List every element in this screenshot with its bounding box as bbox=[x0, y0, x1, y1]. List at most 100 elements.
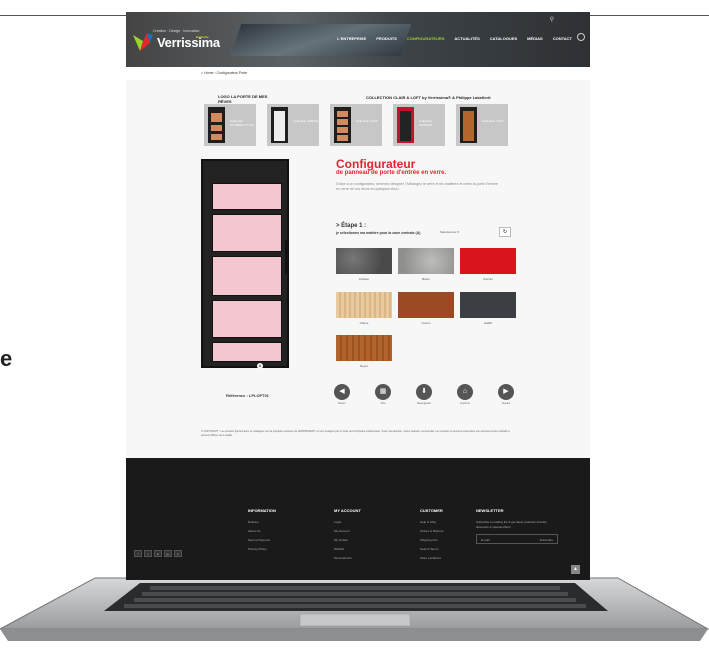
nav-item[interactable]: CONFIGURATEURS bbox=[407, 36, 444, 41]
collection-door-image bbox=[271, 107, 288, 143]
footer-link[interactable]: Shipping Info bbox=[420, 538, 443, 542]
social-icon[interactable]: f bbox=[134, 550, 142, 557]
logo-mark-icon bbox=[132, 31, 154, 53]
nav-item[interactable]: PRODUITS bbox=[376, 36, 397, 41]
material-swatch-label: Ardoise bbox=[358, 277, 370, 281]
search-icon[interactable] bbox=[577, 33, 585, 41]
logo-tagline: Création · Design · Innovation bbox=[153, 29, 200, 33]
footer-link[interactable]: About Us bbox=[248, 529, 276, 533]
nav-item[interactable]: L'ENTREPRISE bbox=[337, 36, 366, 41]
material-swatch[interactable]: Chêne bbox=[336, 292, 392, 325]
footer-link[interactable]: Help & FAQ bbox=[420, 520, 443, 524]
nav-item[interactable]: CATALOGUES bbox=[490, 36, 517, 41]
footer-link[interactable]: Search Terms bbox=[420, 547, 443, 551]
material-swatch-color[interactable] bbox=[336, 292, 392, 318]
door-pane-top[interactable] bbox=[212, 183, 282, 210]
newsletter-subscribe-button[interactable]: Subscribe bbox=[540, 538, 553, 542]
door-pane-bottom[interactable] bbox=[212, 342, 282, 362]
nav-item[interactable]: CONTACT bbox=[553, 36, 572, 41]
footer-information-title: INFORMATION bbox=[248, 508, 276, 513]
material-swatch-color[interactable] bbox=[336, 335, 392, 361]
footer-link[interactable]: Secure Payment bbox=[248, 538, 276, 542]
newsletter-email-input[interactable]: E-mail bbox=[481, 538, 490, 542]
material-swatch-label: Béton bbox=[422, 277, 430, 281]
collection-title-right: COLLECTION CLAIR & LOFT by Verrissima® &… bbox=[366, 95, 491, 100]
home-icon[interactable]: ⌂ bbox=[201, 71, 203, 75]
toolbar-label: Imprimer bbox=[460, 402, 470, 405]
material-swatch-color[interactable] bbox=[398, 292, 454, 318]
toolbar-label: Suivant bbox=[501, 402, 511, 405]
footer-customer-title: CUSTOMER bbox=[420, 508, 443, 513]
social-icon[interactable]: p bbox=[174, 550, 182, 557]
social-icon[interactable]: g+ bbox=[164, 550, 172, 557]
footer-link[interactable]: Store Locations bbox=[420, 556, 443, 560]
footer-link[interactable]: Privacy Policy bbox=[248, 547, 276, 551]
collection-title-left: LOGO LA PORTE DE MES RÊVES bbox=[218, 94, 268, 104]
door-zone-marker: A bbox=[257, 363, 263, 369]
material-swatch-color[interactable] bbox=[460, 248, 516, 274]
toolbar-imprimer-button[interactable]: ⌂ Imprimer bbox=[456, 384, 474, 405]
scroll-top-button[interactable]: ▲ bbox=[571, 565, 580, 574]
toolbar-retour-button[interactable]: ◀ Retour bbox=[333, 384, 351, 405]
site-header: ⚲ Verrissima Création · Design · Innovat… bbox=[126, 12, 590, 67]
laptop-keyboard-base bbox=[0, 577, 709, 641]
footer-link[interactable]: Wishlist bbox=[334, 547, 361, 551]
toolbar-sauvegarder-button[interactable]: ⬇ Sauvegarder bbox=[415, 384, 433, 405]
footer-link[interactable]: Delivery bbox=[248, 520, 276, 524]
material-swatch-color[interactable] bbox=[460, 292, 516, 318]
material-swatch[interactable]: Carmin bbox=[460, 248, 516, 281]
breadcrumb-home[interactable]: Home bbox=[204, 71, 213, 75]
refresh-icon[interactable]: ↻ bbox=[499, 227, 511, 237]
toolbar-icon: ⌂ bbox=[457, 384, 473, 400]
door-panel-strip bbox=[211, 125, 222, 131]
toolbar-vitre-button[interactable]: ▦ Vitre bbox=[374, 384, 392, 405]
collection-thumbnail[interactable]: Collection LOFT bbox=[456, 104, 508, 146]
newsletter-description: Subscribe to mailing list & get latest p… bbox=[476, 520, 548, 529]
door-panel-strip bbox=[211, 134, 222, 140]
door-pane-upper[interactable] bbox=[212, 214, 282, 252]
site-footer: INFORMATION Delivery About Us Secure Payme… bbox=[126, 458, 590, 580]
footer-link[interactable]: Orders & Returns bbox=[420, 529, 443, 533]
material-swatch-label: Chêne bbox=[359, 321, 369, 325]
footer-link[interactable]: Login bbox=[334, 520, 361, 524]
toolbar-icon: ⬇ bbox=[416, 384, 432, 400]
material-swatch[interactable]: Béton bbox=[398, 248, 454, 281]
edge-letter: e bbox=[0, 346, 13, 371]
collection-door-image bbox=[208, 107, 225, 143]
door-pane-center[interactable]: A bbox=[212, 256, 282, 369]
footer-link[interactable]: My Account bbox=[334, 529, 361, 533]
user-icon[interactable]: ⚲ bbox=[550, 16, 554, 23]
door-panel-strip bbox=[274, 111, 285, 141]
social-icon[interactable]: t bbox=[144, 550, 152, 557]
material-swatch-color[interactable] bbox=[398, 248, 454, 274]
material-swatch[interactable]: Ardoise bbox=[336, 248, 392, 281]
footer-account-title: MY ACCOUNT bbox=[334, 508, 361, 513]
collection-thumbnails: Collection ELYSÉES STYLE Collection ALBIO… bbox=[204, 104, 508, 146]
collection-thumbnail[interactable]: Collection GRAPHIK bbox=[393, 104, 445, 146]
page: e ⚲ Verrissima Création · Design · Innov… bbox=[0, 0, 709, 649]
door-preview: A bbox=[201, 159, 289, 369]
collection-thumbnail-label: Collection ELYSÉES STYLE bbox=[230, 119, 254, 127]
material-selector[interactable]: Sélectionner ▾ bbox=[440, 230, 459, 234]
logo-text: Verrissima bbox=[157, 34, 220, 50]
material-swatch-color[interactable] bbox=[336, 248, 392, 274]
nav-item[interactable]: ACTUALITÉS bbox=[454, 36, 479, 41]
material-swatch-label: Carmin bbox=[483, 277, 493, 281]
footer-link[interactable]: My Orders bbox=[334, 538, 361, 542]
collection-thumbnail[interactable]: Collection ALBION bbox=[267, 104, 319, 146]
material-swatch[interactable]: Noyer bbox=[336, 335, 392, 368]
toolbar-icon: ▶ bbox=[498, 384, 514, 400]
footer-account: MY ACCOUNT Login My Account My Orders Wishl… bbox=[334, 508, 361, 565]
social-icon[interactable]: in bbox=[154, 550, 162, 557]
nav-item[interactable]: MÉDIAS bbox=[527, 36, 543, 41]
footer-link[interactable]: Personal Info bbox=[334, 556, 361, 560]
door-pane-lower[interactable] bbox=[212, 300, 282, 338]
collection-thumbnail[interactable]: Collection ELYSÉES STYLE bbox=[204, 104, 256, 146]
toolbar-suivant-button[interactable]: ▶ Suivant bbox=[497, 384, 515, 405]
collection-thumbnail[interactable]: Collection LOFT bbox=[330, 104, 382, 146]
material-swatch[interactable]: Gabbi bbox=[460, 292, 516, 325]
material-swatch[interactable]: Corten bbox=[398, 292, 454, 325]
configurator-title: Configurateur bbox=[336, 157, 416, 171]
collection-thumbnail-label: Collection LOFT bbox=[482, 119, 504, 123]
collection-door-image bbox=[397, 107, 414, 143]
